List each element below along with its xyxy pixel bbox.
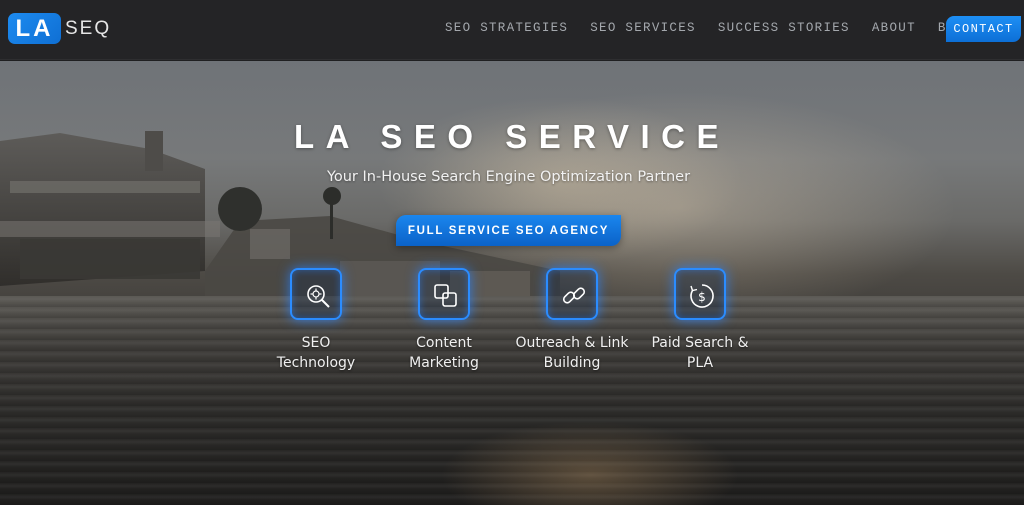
chain-link-icon — [546, 268, 598, 320]
nav-seo-strategies[interactable]: SEO STRATEGIES — [445, 21, 568, 35]
service-label-line2: Technology — [276, 355, 356, 371]
nav-success-stories[interactable]: SUCCESS STORIES — [718, 21, 850, 35]
service-outreach-link-building[interactable]: Outreach & Link Building — [502, 268, 642, 373]
magnifier-gear-icon — [290, 268, 342, 320]
hero-section: LA SEO SERVICE Your In-House Search Engi… — [0, 61, 1024, 505]
main-nav: SEO STRATEGIES SEO SERVICES SUCCESS STOR… — [445, 21, 995, 35]
service-label-line2: Marketing — [409, 355, 479, 371]
service-seo-technology[interactable]: SEO Technology — [246, 268, 386, 373]
service-label-line2: Building — [543, 355, 601, 371]
top-navigation-bar: LA SEQ SEO STRATEGIES SEO SERVICES SUCCE… — [0, 0, 1024, 60]
service-label-line1: Content — [416, 335, 472, 351]
hero-title: LA SEO SERVICE — [293, 118, 731, 155]
service-label-line1: Outreach & Link — [515, 335, 629, 351]
contact-button[interactable]: CONTACT — [946, 16, 1021, 42]
logo-text: SEQ — [65, 17, 112, 39]
sun-reflection — [440, 421, 740, 505]
service-label-line1: Paid Search & — [651, 335, 749, 351]
logo-mark: LA — [8, 13, 61, 44]
svg-text:$: $ — [698, 290, 706, 304]
service-label-line1: SEO — [301, 335, 331, 351]
service-content-marketing[interactable]: Content Marketing — [374, 268, 514, 373]
site-logo[interactable]: LA SEQ — [8, 13, 111, 44]
nav-seo-services[interactable]: SEO SERVICES — [590, 21, 696, 35]
full-service-agency-button[interactable]: FULL SERVICE SEO AGENCY — [396, 215, 621, 246]
nav-about[interactable]: ABOUT — [872, 21, 916, 35]
service-label-line2: PLA — [686, 355, 714, 371]
dollar-cycle-icon: $ — [674, 268, 726, 320]
content-squares-icon — [418, 268, 470, 320]
service-paid-search-pla[interactable]: $ Paid Search & PLA — [630, 268, 770, 373]
hero-subtitle: Your In-House Search Engine Optimization… — [326, 169, 691, 185]
